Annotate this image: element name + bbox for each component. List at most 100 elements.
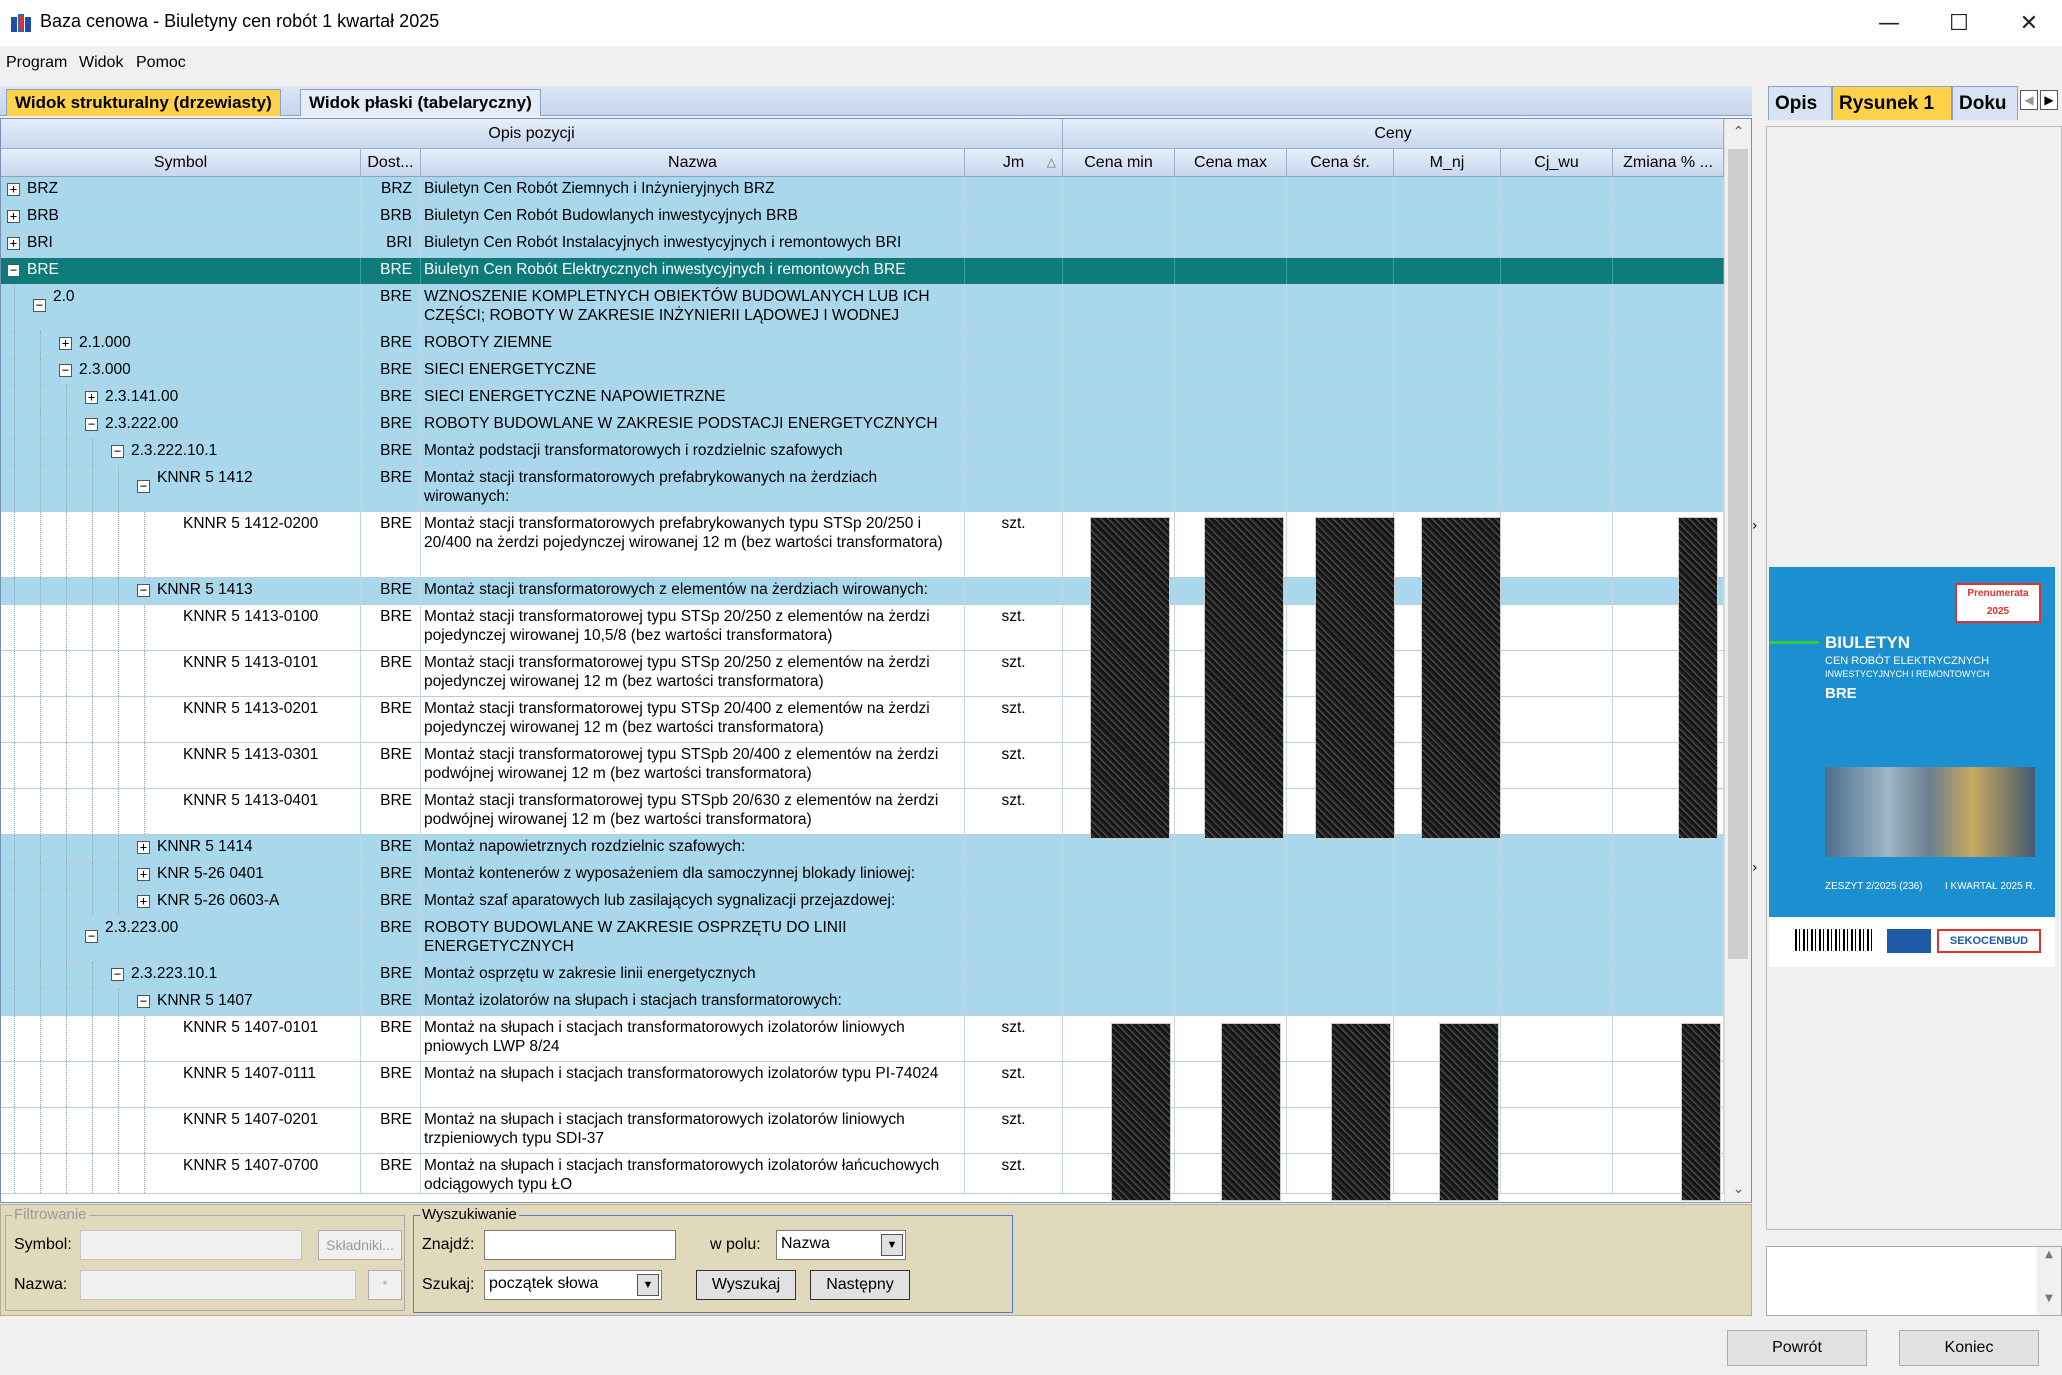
expand-icon[interactable]: + (85, 391, 98, 404)
col-header-mnj[interactable]: M_nj (1394, 149, 1501, 177)
expand-icon[interactable]: + (7, 237, 20, 250)
components-button[interactable]: Składniki... (318, 1230, 402, 1260)
menu-pomoc[interactable]: Pomoc (136, 54, 186, 72)
table-row-group[interactable]: − KNNR 5 1407 BRE Montaż izolatorów na słup… (1, 989, 1724, 1016)
cell-nazwa: Montaż stacji transformatorowych prefabr… (421, 512, 965, 577)
col-header-cena-min[interactable]: Cena min (1063, 149, 1175, 177)
header-group-ceny: Ceny (1063, 119, 1724, 149)
collapse-icon[interactable]: − (7, 264, 20, 277)
table-row-group[interactable]: − KNNR 5 1412 BRE Montaż stacji transformat… (1, 466, 1724, 512)
collapse-icon[interactable]: − (85, 418, 98, 431)
tab-dokumenty[interactable]: Doku (1952, 86, 2018, 120)
collapse-icon[interactable]: − (137, 480, 150, 493)
tree-guide-line (66, 697, 67, 742)
table-row-group[interactable]: −2.3.223.10.1 BRE Montaż osprzętu w zakres… (1, 962, 1724, 989)
search-button[interactable]: Wyszukaj (696, 1270, 796, 1300)
cell-dostawca: BRE (361, 1016, 421, 1061)
mode-select[interactable]: początek słowa ▼ (484, 1270, 662, 1300)
description-memo[interactable]: ▲ ▼ (1766, 1246, 2062, 1316)
cell-cjwu (1501, 1154, 1613, 1193)
col-header-cena-max[interactable]: Cena max (1175, 149, 1287, 177)
cell-nazwa: Montaż na słupach i stacjach transformat… (421, 1154, 965, 1193)
cell-nazwa: Biuletyn Cen Robót Budowlanych inwestycy… (421, 204, 965, 230)
name-filter-input[interactable] (80, 1270, 356, 1300)
cell-mnj (1394, 889, 1501, 915)
memo-scrollbar[interactable]: ▲ ▼ (2037, 1247, 2061, 1315)
table-row-group[interactable]: −2.3.222.10.1 BRE Montaż podstacji transfo… (1, 439, 1724, 466)
minimize-button[interactable]: — (1854, 0, 1924, 46)
end-button[interactable]: Koniec (1899, 1330, 2039, 1366)
cell-symbol: KNNR 5 1413-0301 (1, 743, 361, 788)
expand-icon[interactable]: + (7, 183, 20, 196)
table-row-group[interactable]: + BRI BRI Biuletyn Cen Robót Instalacyjnych… (1, 231, 1724, 258)
expand-icon[interactable]: + (137, 841, 150, 854)
cell-cena-min (1063, 916, 1175, 961)
collapse-icon[interactable]: − (111, 968, 124, 981)
tab-rysunek-1[interactable]: Rysunek 1 (1832, 86, 1952, 120)
expand-icon[interactable]: + (137, 868, 150, 881)
scroll-thumb[interactable] (1728, 149, 1748, 959)
scroll-down-icon[interactable]: ⌄ (1725, 1176, 1751, 1202)
table-row-group[interactable]: + BRZ BRZ Biuletyn Cen Robót Ziemnych i Inż… (1, 177, 1724, 204)
cell-nazwa: Montaż stacji transformatorowej typu STS… (421, 651, 965, 696)
back-button[interactable]: Powrót (1727, 1330, 1867, 1366)
field-select[interactable]: Nazwa ▼ (776, 1230, 906, 1260)
cell-cjwu (1501, 789, 1613, 834)
col-header-cjwu[interactable]: Cj_wu (1501, 149, 1613, 177)
collapse-icon[interactable]: − (137, 584, 150, 597)
cell-jm: szt. (965, 1108, 1063, 1153)
filter-options-button[interactable]: * (368, 1270, 402, 1300)
tab-opis[interactable]: Opis (1768, 86, 1832, 120)
scroll-up-icon[interactable]: ⌃ (1725, 119, 1751, 145)
tab-structural-view[interactable]: Widok strukturalny (drzewiasty) (6, 89, 281, 116)
expand-icon[interactable]: + (59, 337, 72, 350)
cell-cena-max (1175, 412, 1287, 438)
cell-symbol: + KNR 5-26 0603-A (1, 889, 361, 915)
cell-nazwa: Montaż stacji transformatorowej typu STS… (421, 605, 965, 650)
maximize-button[interactable]: ☐ (1924, 0, 1994, 46)
col-header-cena-sr[interactable]: Cena śr. (1287, 149, 1394, 177)
tab-flat-view[interactable]: Widok płaski (tabelaryczny) (300, 89, 541, 116)
tab-scroll-right-icon[interactable]: ▶ (2040, 90, 2058, 110)
col-header-dost[interactable]: Dost... (361, 149, 421, 177)
symbol-filter-input[interactable] (80, 1230, 302, 1260)
col-header-jm[interactable]: Jm △ (965, 149, 1063, 177)
cell-zmiana (1613, 439, 1724, 465)
col-header-zmiana[interactable]: Zmiana % ... (1613, 149, 1724, 177)
menu-widok[interactable]: Widok (79, 54, 123, 72)
cell-nazwa: Montaż na słupach i stacjach transformat… (421, 1108, 965, 1153)
collapse-icon[interactable]: − (59, 364, 72, 377)
expand-icon[interactable]: + (137, 895, 150, 908)
collapse-icon[interactable]: − (85, 930, 98, 943)
cell-jm: szt. (965, 651, 1063, 696)
col-header-symbol[interactable]: Symbol (1, 149, 361, 177)
tree-guide-line (92, 789, 93, 834)
price-tree-grid[interactable]: Opis pozycji Ceny Symbol Dost... Nazwa J… (0, 118, 1752, 1203)
collapse-icon[interactable]: − (33, 299, 46, 312)
collapse-icon[interactable]: − (137, 995, 150, 1008)
find-input[interactable] (484, 1230, 676, 1260)
table-row-group[interactable]: +2.1.000 BRE ROBOTY ZIEMNE (1, 331, 1724, 358)
table-row-group[interactable]: +2.3.141.00 BRE SIECI ENERGETYCZNE NAPOWIE… (1, 385, 1724, 412)
table-row-group[interactable]: + BRB BRB Biuletyn Cen Robót Budowlanych in… (1, 204, 1724, 231)
table-row-group[interactable]: −2.3.223.00 BRE ROBOTY BUDOWLANE W ZAKRESI… (1, 916, 1724, 962)
table-row-group[interactable]: −2.3.000 BRE SIECI ENERGETYCZNE (1, 358, 1724, 385)
collapse-icon[interactable]: − (111, 445, 124, 458)
col-header-nazwa[interactable]: Nazwa (421, 149, 965, 177)
expand-icon[interactable]: + (7, 210, 20, 223)
tab-scroll-left-icon[interactable]: ◀ (2020, 90, 2038, 110)
table-row-group[interactable]: + KNR 5-26 0401 BRE Montaż kontenerów z wyp… (1, 862, 1724, 889)
table-row-group[interactable]: −2.3.222.00 BRE ROBOTY BUDOWLANE W ZAKRESI… (1, 412, 1724, 439)
table-row-group[interactable]: −2.0 BRE WZNOSZENIE KOMPLETNYCH OBIEKTÓW B… (1, 285, 1724, 331)
grid-vertical-scrollbar[interactable]: ⌃ ⌄ (1724, 119, 1751, 1202)
close-button[interactable]: ✕ (1994, 0, 2062, 46)
memo-scroll-up-icon[interactable]: ▲ (2039, 1249, 2059, 1269)
table-row-group[interactable]: + KNNR 5 1414 BRE Montaż napowietrznych roz… (1, 835, 1724, 862)
menu-program[interactable]: Program (6, 54, 67, 72)
table-row-group[interactable]: − BRE BRE Biuletyn Cen Robót Elektrycznych … (1, 258, 1724, 285)
symbol-text: 2.3.141.00 (105, 388, 179, 405)
memo-scroll-down-icon[interactable]: ▼ (2039, 1293, 2059, 1313)
table-row-group[interactable]: + KNR 5-26 0603-A BRE Montaż szaf aparatowy… (1, 889, 1724, 916)
next-button[interactable]: Następny (810, 1270, 910, 1300)
symbol-text: KNR 5-26 0603-A (157, 892, 280, 909)
